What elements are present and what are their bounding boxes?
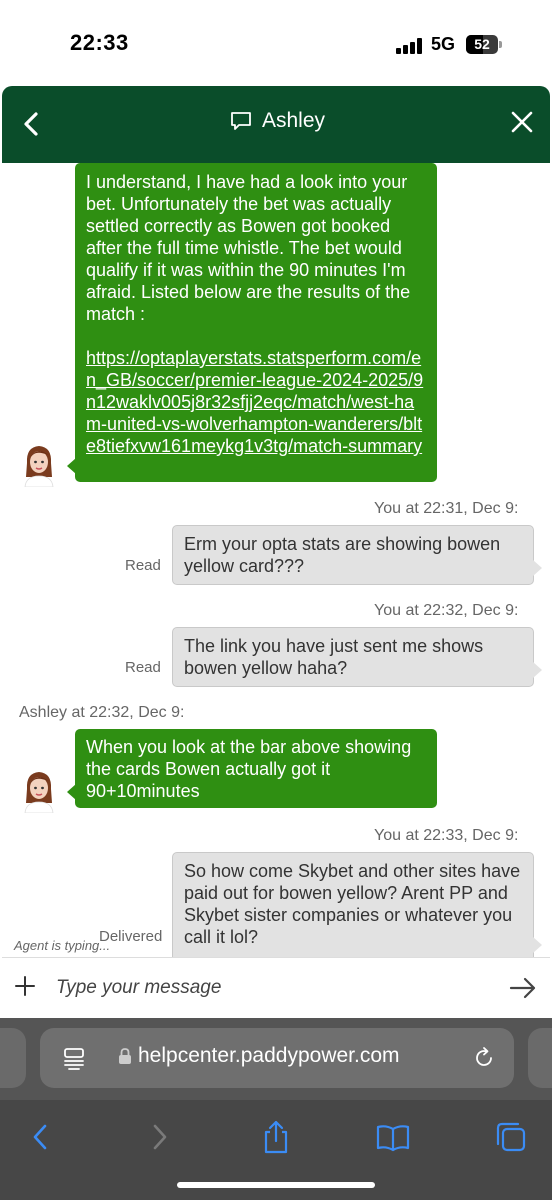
agent-message: I understand, I have had a look into you… bbox=[67, 163, 437, 482]
back-button[interactable] bbox=[18, 108, 46, 140]
message-text: When you look at the bar above showing t… bbox=[86, 737, 412, 801]
url-text: helpcenter.paddypower.com bbox=[138, 1044, 400, 1067]
browser-toolbar bbox=[0, 1100, 552, 1200]
chat-bubble-icon bbox=[231, 112, 251, 130]
chat-window: Ashley I understand, I have had a look i… bbox=[2, 86, 550, 1018]
chevron-left-icon bbox=[24, 112, 38, 136]
add-attachment-button[interactable] bbox=[14, 975, 36, 997]
battery-icon: 52 bbox=[466, 35, 502, 54]
read-receipt: Read bbox=[125, 557, 161, 574]
browser-back-button[interactable] bbox=[24, 1120, 58, 1154]
next-tab-preview[interactable] bbox=[528, 1028, 552, 1088]
composer bbox=[2, 957, 550, 1018]
page-menu-icon[interactable] bbox=[62, 1046, 86, 1070]
bookmarks-button[interactable] bbox=[376, 1120, 410, 1154]
read-receipt: Read bbox=[125, 659, 161, 676]
chat-header: Ashley bbox=[2, 86, 550, 163]
agent-name: Ashley bbox=[262, 109, 326, 132]
reload-icon[interactable] bbox=[472, 1046, 496, 1070]
agent-message: When you look at the bar above showing t… bbox=[67, 729, 437, 808]
battery-level: 52 bbox=[474, 36, 490, 52]
network-label: 5G bbox=[431, 34, 456, 54]
send-button[interactable] bbox=[508, 975, 538, 1001]
chevron-right-icon bbox=[153, 1124, 167, 1150]
user-message: The link you have just sent me shows bow… bbox=[172, 627, 542, 687]
previous-tab-preview[interactable] bbox=[0, 1028, 26, 1088]
tabs-icon bbox=[496, 1122, 526, 1152]
agent-avatar bbox=[22, 443, 56, 488]
match-link[interactable]: https://optaplayerstats.statsperform.com… bbox=[86, 347, 426, 457]
message-text: The link you have just sent me shows bow… bbox=[184, 636, 484, 678]
message-text: So how come Skybet and other sites have … bbox=[184, 861, 521, 947]
message-meta: You at 22:31, Dec 9: bbox=[374, 500, 519, 517]
browser-chrome: helpcenter.paddypower.com bbox=[0, 1018, 552, 1200]
message-meta: Ashley at 22:32, Dec 9: bbox=[19, 704, 185, 721]
typing-indicator: Agent is typing... bbox=[14, 938, 111, 953]
close-icon bbox=[511, 111, 533, 133]
agent-avatar bbox=[22, 769, 56, 814]
book-icon bbox=[376, 1125, 410, 1152]
send-arrow-icon bbox=[509, 977, 536, 999]
home-indicator bbox=[177, 1182, 375, 1188]
user-message: So how come Skybet and other sites have … bbox=[172, 852, 542, 957]
share-button[interactable] bbox=[259, 1120, 293, 1154]
plus-icon bbox=[15, 976, 35, 996]
address-area: helpcenter.paddypower.com bbox=[0, 1018, 552, 1100]
user-message: Erm your opta stats are showing bowen ye… bbox=[172, 525, 542, 585]
message-input[interactable] bbox=[56, 970, 476, 1006]
tabs-button[interactable] bbox=[494, 1120, 528, 1154]
message-meta: You at 22:32, Dec 9: bbox=[374, 602, 519, 619]
address-bar[interactable]: helpcenter.paddypower.com bbox=[40, 1028, 514, 1088]
message-list[interactable]: I understand, I have had a look into you… bbox=[2, 163, 550, 957]
chat-title: Ashley bbox=[230, 109, 325, 133]
close-button[interactable] bbox=[509, 109, 535, 135]
message-text: Erm your opta stats are showing bowen ye… bbox=[184, 534, 501, 576]
browser-forward-button[interactable] bbox=[142, 1120, 176, 1154]
chevron-left-icon bbox=[33, 1124, 47, 1150]
status-bar: 22:33 5G 52 bbox=[0, 0, 552, 86]
share-icon bbox=[264, 1120, 288, 1154]
status-time: 22:33 bbox=[70, 30, 129, 55]
message-meta: You at 22:33, Dec 9: bbox=[374, 827, 519, 844]
lock-icon bbox=[119, 1048, 131, 1064]
message-text: I understand, I have had a look into you… bbox=[86, 172, 411, 324]
url-display[interactable]: helpcenter.paddypower.com bbox=[118, 1044, 400, 1068]
signal-icon bbox=[396, 38, 422, 54]
